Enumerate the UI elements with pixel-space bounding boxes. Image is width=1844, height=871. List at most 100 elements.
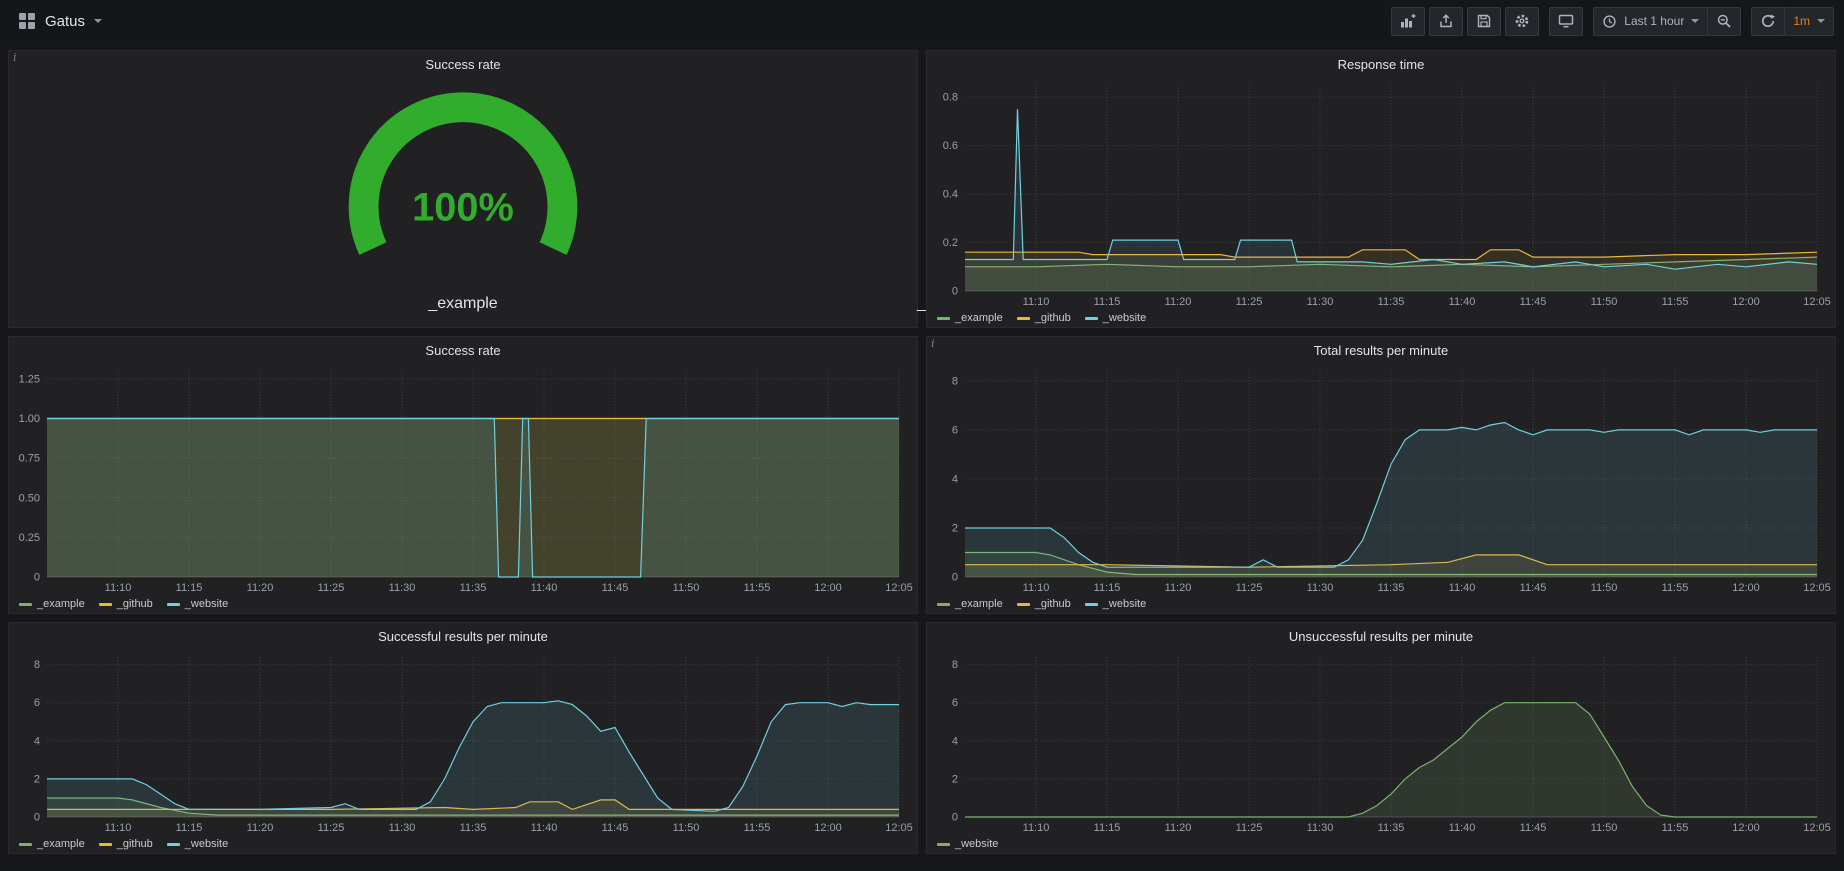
- legend-series-name: _website: [1103, 312, 1146, 324]
- panel-info-icon[interactable]: i: [931, 337, 935, 350]
- svg-text:11:45: 11:45: [1520, 822, 1547, 834]
- svg-text:1.00: 1.00: [19, 413, 40, 425]
- legend-item-github[interactable]: _github: [1017, 312, 1071, 324]
- legend-swatch: [99, 603, 112, 606]
- chart-legend: _example _github _website: [927, 309, 1835, 327]
- panel-title[interactable]: Success rate: [425, 343, 500, 358]
- caret-down-icon: [94, 19, 102, 23]
- svg-text:11:10: 11:10: [1023, 296, 1050, 308]
- legend-swatch: [1085, 317, 1098, 320]
- time-range-picker-button[interactable]: Last 1 hour: [1593, 7, 1708, 36]
- legend-item-website[interactable]: _website: [167, 598, 228, 610]
- legend-series-name: _github: [117, 838, 153, 850]
- chart-legend: _website: [927, 835, 1835, 853]
- svg-text:11:20: 11:20: [247, 582, 274, 594]
- svg-text:0.6: 0.6: [943, 140, 958, 152]
- legend-series-name: _website: [1103, 598, 1146, 610]
- refresh-interval-button[interactable]: 1m: [1784, 7, 1834, 36]
- svg-text:11:15: 11:15: [176, 822, 203, 834]
- svg-text:11:40: 11:40: [1449, 582, 1476, 594]
- panel-title[interactable]: Successful results per minute: [378, 629, 548, 644]
- svg-text:0: 0: [952, 286, 958, 298]
- gauge-series-label: _example: [428, 293, 497, 315]
- svg-text:8: 8: [952, 659, 958, 671]
- magnifier-minus-icon: [1716, 13, 1732, 29]
- legend-item-website[interactable]: _website: [1085, 598, 1146, 610]
- svg-text:12:00: 12:00: [1732, 296, 1760, 308]
- legend-series-name: _example: [955, 598, 1003, 610]
- svg-text:11:40: 11:40: [1449, 296, 1476, 308]
- svg-text:6: 6: [34, 697, 40, 709]
- panel-header: Response time: [927, 51, 1835, 77]
- share-icon: [1438, 13, 1454, 29]
- response-time-chart[interactable]: 00.20.40.60.811:1011:1511:2011:2511:3011…: [927, 77, 1835, 309]
- legend-item-example[interactable]: _example: [19, 598, 85, 610]
- caret-down-icon: [1691, 19, 1699, 23]
- svg-text:12:00: 12:00: [814, 822, 842, 834]
- legend-series-name: _example: [37, 838, 85, 850]
- svg-text:0.4: 0.4: [943, 189, 958, 201]
- legend-swatch: [937, 843, 950, 846]
- svg-text:11:20: 11:20: [1165, 822, 1192, 834]
- panel-header: Successful results per minute: [9, 623, 917, 649]
- panel-title[interactable]: Total results per minute: [1314, 343, 1448, 358]
- legend-item-example[interactable]: _example: [19, 838, 85, 850]
- legend-item-github[interactable]: _github: [99, 838, 153, 850]
- svg-text:11:40: 11:40: [531, 582, 558, 594]
- svg-text:11:50: 11:50: [1591, 296, 1618, 308]
- cycle-view-mode-button[interactable]: [1549, 7, 1583, 36]
- monitor-icon: [1558, 13, 1574, 29]
- legend-item-website[interactable]: _website: [937, 838, 998, 850]
- svg-text:11:35: 11:35: [1378, 582, 1405, 594]
- svg-text:4: 4: [34, 735, 40, 747]
- total-results-chart[interactable]: 0246811:1011:1511:2011:2511:3011:3511:40…: [927, 363, 1835, 595]
- svg-text:11:30: 11:30: [1307, 582, 1334, 594]
- panel-title[interactable]: Response time: [1338, 57, 1425, 72]
- legend-item-example[interactable]: _example: [937, 312, 1003, 324]
- panel-header: Unsuccessful results per minute: [927, 623, 1835, 649]
- legend-item-github[interactable]: _github: [1017, 598, 1071, 610]
- legend-item-website[interactable]: _website: [167, 838, 228, 850]
- svg-text:2: 2: [952, 522, 958, 534]
- gauge-value: 100%: [412, 186, 514, 230]
- legend-item-example[interactable]: _example: [937, 598, 1003, 610]
- svg-text:11:25: 11:25: [1236, 296, 1263, 308]
- navbar-actions: Last 1 hour 1m: [1391, 7, 1834, 36]
- refresh-interval-label: 1m: [1793, 14, 1810, 28]
- refresh-dashboard-button[interactable]: [1751, 7, 1785, 36]
- panel-title[interactable]: Unsuccessful results per minute: [1289, 629, 1473, 644]
- successful-results-chart[interactable]: 0246811:1011:1511:2011:2511:3011:3511:40…: [9, 649, 917, 835]
- svg-text:0.8: 0.8: [943, 92, 958, 104]
- svg-text:11:30: 11:30: [1307, 296, 1334, 308]
- legend-swatch: [167, 603, 180, 606]
- panel-info-icon[interactable]: i: [13, 51, 17, 64]
- zoom-out-time-button[interactable]: [1707, 7, 1741, 36]
- svg-text:11:45: 11:45: [602, 822, 629, 834]
- success-rate-chart[interactable]: 00.250.500.751.001.2511:1011:1511:2011:2…: [9, 363, 917, 595]
- clock-icon: [1602, 14, 1617, 29]
- svg-text:11:45: 11:45: [1520, 582, 1547, 594]
- dashboard-title-button[interactable]: Gatus: [10, 12, 110, 30]
- svg-text:11:35: 11:35: [460, 822, 487, 834]
- save-dashboard-button[interactable]: [1467, 7, 1501, 36]
- svg-text:11:30: 11:30: [389, 822, 416, 834]
- navbar: Gatus: [0, 0, 1844, 42]
- gauge-example: 100% _example: [9, 77, 917, 327]
- legend-item-github[interactable]: _github: [99, 598, 153, 610]
- svg-text:11:20: 11:20: [1165, 296, 1192, 308]
- svg-text:11:35: 11:35: [460, 582, 487, 594]
- svg-text:11:15: 11:15: [1094, 582, 1121, 594]
- gear-icon: [1514, 13, 1530, 29]
- share-dashboard-button[interactable]: [1429, 7, 1463, 36]
- legend-swatch: [1085, 603, 1098, 606]
- dashboard-settings-button[interactable]: [1505, 7, 1539, 36]
- legend-series-name: _github: [117, 598, 153, 610]
- panel-title[interactable]: Success rate: [425, 57, 500, 72]
- svg-text:6: 6: [952, 424, 958, 436]
- legend-item-website[interactable]: _website: [1085, 312, 1146, 324]
- unsuccessful-results-chart[interactable]: 0246811:1011:1511:2011:2511:3011:3511:40…: [927, 649, 1835, 835]
- legend-swatch: [19, 843, 32, 846]
- svg-text:12:05: 12:05: [1803, 822, 1831, 834]
- panel-header: Total results per minute: [927, 337, 1835, 363]
- add-panel-button[interactable]: [1391, 7, 1425, 36]
